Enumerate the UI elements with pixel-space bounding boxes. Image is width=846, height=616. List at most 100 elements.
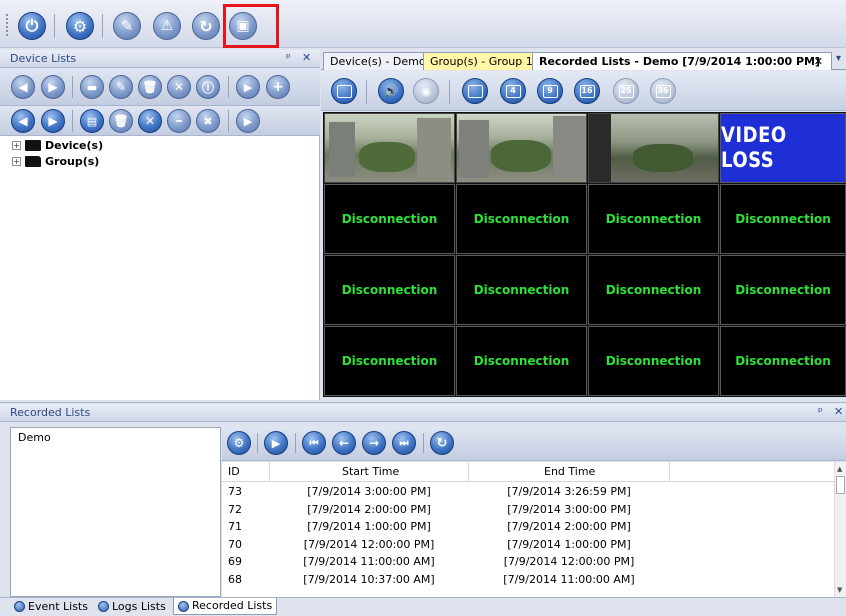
video-cell-disconnected[interactable]: Disconnection: [720, 255, 846, 325]
video-cell-disconnected[interactable]: Disconnection: [324, 326, 455, 396]
x-icon: ✕: [173, 80, 185, 94]
delete-device-button[interactable]: 🗑: [138, 75, 162, 99]
tree-item-label: Group(s): [45, 154, 100, 168]
list-item[interactable]: Demo: [18, 431, 51, 444]
expand-icon[interactable]: +: [12, 156, 21, 166]
recorded-settings-button[interactable]: ⚙: [227, 431, 251, 455]
table-row[interactable]: 71 [7/9/2014 1:00:00 PM] [7/9/2014 2:00:00…: [222, 518, 834, 535]
minus-button[interactable]: –: [167, 109, 191, 133]
close-icon[interactable]: ✕: [834, 405, 843, 418]
layout-25-button[interactable]: 25: [613, 78, 639, 104]
pin-icon[interactable]: ᵖ: [818, 405, 823, 418]
play-button[interactable]: ▶: [236, 75, 260, 99]
column-header-id[interactable]: ID: [228, 462, 240, 482]
layout-36-button[interactable]: 36: [650, 78, 676, 104]
last-page-button[interactable]: ⏭: [392, 431, 416, 455]
settings-button[interactable]: ⚙: [66, 12, 94, 40]
refresh-icon: ↻: [199, 16, 213, 36]
layout-9-button[interactable]: 9: [537, 78, 563, 104]
table-row[interactable]: 73 [7/9/2014 3:00:00 PM] [7/9/2014 3:26:59…: [222, 483, 834, 500]
single-view-button[interactable]: [331, 78, 357, 104]
video-cell-disconnected[interactable]: Disconnection: [720, 184, 846, 254]
table-row[interactable]: 72 [7/9/2014 2:00:00 PM] [7/9/2014 3:00:00…: [222, 501, 834, 518]
video-cell-disconnected[interactable]: Disconnection: [456, 255, 587, 325]
video-cell-disconnected[interactable]: Disconnection: [324, 184, 455, 254]
tab-event-lists[interactable]: Event Lists: [10, 598, 92, 615]
recorded-panel-title-text: Recorded Lists: [10, 406, 91, 419]
layout-4-button[interactable]: 4: [500, 78, 526, 104]
tab-devices-demo[interactable]: Device(s) - Demo: [323, 52, 433, 70]
toolbar-separator: [228, 110, 229, 132]
first-page-button[interactable]: ⏮: [302, 431, 326, 455]
prev-page-button[interactable]: ←: [332, 431, 356, 455]
pillar-shape: [589, 114, 611, 182]
play-icon: ▶: [271, 436, 281, 450]
video-cell-disconnected[interactable]: Disconnection: [456, 184, 587, 254]
back-icon: ◀: [18, 80, 28, 94]
tree-item-groups[interactable]: + Group(s): [12, 153, 99, 169]
layout-16-button[interactable]: 16: [574, 78, 600, 104]
expand-icon[interactable]: +: [12, 140, 21, 150]
scroll-down-icon[interactable]: ▼: [837, 586, 842, 594]
recorded-source-list: Demo: [10, 427, 221, 597]
toolbar-separator: [228, 76, 229, 98]
camera-feed-video-loss[interactable]: VIDEO LOSS: [720, 113, 846, 183]
tab-groups-group1[interactable]: Group(s) - Group 1: [423, 52, 540, 70]
video-cell-disconnected[interactable]: Disconnection: [720, 326, 846, 396]
camera-feed-1[interactable]: [324, 113, 455, 183]
layout-1-button[interactable]: [462, 78, 488, 104]
remove-button[interactable]: ✕: [138, 109, 162, 133]
forward-button-2[interactable]: ▶: [41, 109, 65, 133]
add-group-button[interactable]: ▤: [80, 109, 104, 133]
disconnection-label: Disconnection: [605, 212, 702, 226]
audio-button[interactable]: 🔊: [378, 78, 404, 104]
power-button[interactable]: ⏻: [18, 12, 46, 40]
video-cell-disconnected[interactable]: Disconnection: [588, 184, 719, 254]
table-row[interactable]: 68 [7/9/2014 10:37:00 AM] [7/9/2014 11:00:…: [222, 571, 834, 588]
refresh-button[interactable]: ↻: [192, 12, 220, 40]
scroll-up-icon[interactable]: ▲: [837, 465, 842, 473]
next-page-button[interactable]: →: [362, 431, 386, 455]
tab-close-icon[interactable]: ✕: [814, 53, 823, 70]
trash-icon: 🗑: [142, 80, 158, 94]
back-button-2[interactable]: ◀: [11, 109, 35, 133]
scroll-thumb[interactable]: [836, 476, 845, 494]
close-icon[interactable]: ✕: [302, 51, 311, 64]
clear-button[interactable]: ✖: [196, 109, 220, 133]
vertical-scrollbar[interactable]: ▲ ▼: [834, 462, 846, 597]
tab-recorded-lists[interactable]: Recorded Lists - Demo [7/9/2014 1:00:00 …: [532, 52, 832, 70]
video-cell-disconnected[interactable]: Disconnection: [588, 255, 719, 325]
cancel-button[interactable]: ✕: [167, 75, 191, 99]
camera-feed-2[interactable]: [456, 113, 587, 183]
column-header-end-time[interactable]: End Time: [544, 462, 595, 482]
disconnection-label: Disconnection: [605, 354, 702, 368]
video-cell-disconnected[interactable]: Disconnection: [324, 255, 455, 325]
delete-group-button[interactable]: 🗑: [109, 109, 133, 133]
back-button[interactable]: ◀: [11, 75, 35, 99]
alert-button[interactable]: ⚠: [153, 12, 181, 40]
camera-feed-3[interactable]: [588, 113, 719, 183]
table-row[interactable]: 70 [7/9/2014 12:00:00 PM] [7/9/2014 1:00:0…: [222, 536, 834, 553]
tree-item-devices[interactable]: + Device(s): [12, 137, 103, 153]
add-device-button[interactable]: ▬: [80, 75, 104, 99]
ptz-button[interactable]: ◉: [413, 78, 439, 104]
disconnection-label: Disconnection: [473, 354, 570, 368]
info-icon: ⓘ: [201, 80, 214, 95]
edit-device-button[interactable]: ✎: [109, 75, 133, 99]
video-cell-disconnected[interactable]: Disconnection: [588, 326, 719, 396]
forward-button[interactable]: ▶: [41, 75, 65, 99]
recorded-play-button[interactable]: ▶: [264, 431, 288, 455]
tab-logs-lists[interactable]: Logs Lists: [94, 598, 170, 615]
add-button[interactable]: +: [266, 75, 290, 99]
pin-icon[interactable]: ᵖ: [286, 51, 291, 64]
tab-recorded-lists-bottom[interactable]: Recorded Lists: [173, 598, 278, 615]
refresh-list-button[interactable]: ↻: [430, 431, 454, 455]
edit-button[interactable]: ✎: [113, 12, 141, 40]
video-cell-disconnected[interactable]: Disconnection: [456, 326, 587, 396]
play-button-2[interactable]: ▶: [236, 109, 260, 133]
column-header-start-time[interactable]: Start Time: [342, 462, 399, 482]
toolbar-separator: [72, 110, 73, 132]
info-button[interactable]: ⓘ: [196, 75, 220, 99]
tab-dropdown-icon[interactable]: ▾: [836, 53, 841, 64]
table-row[interactable]: 69 [7/9/2014 11:00:00 AM] [7/9/2014 12:00:…: [222, 553, 834, 570]
